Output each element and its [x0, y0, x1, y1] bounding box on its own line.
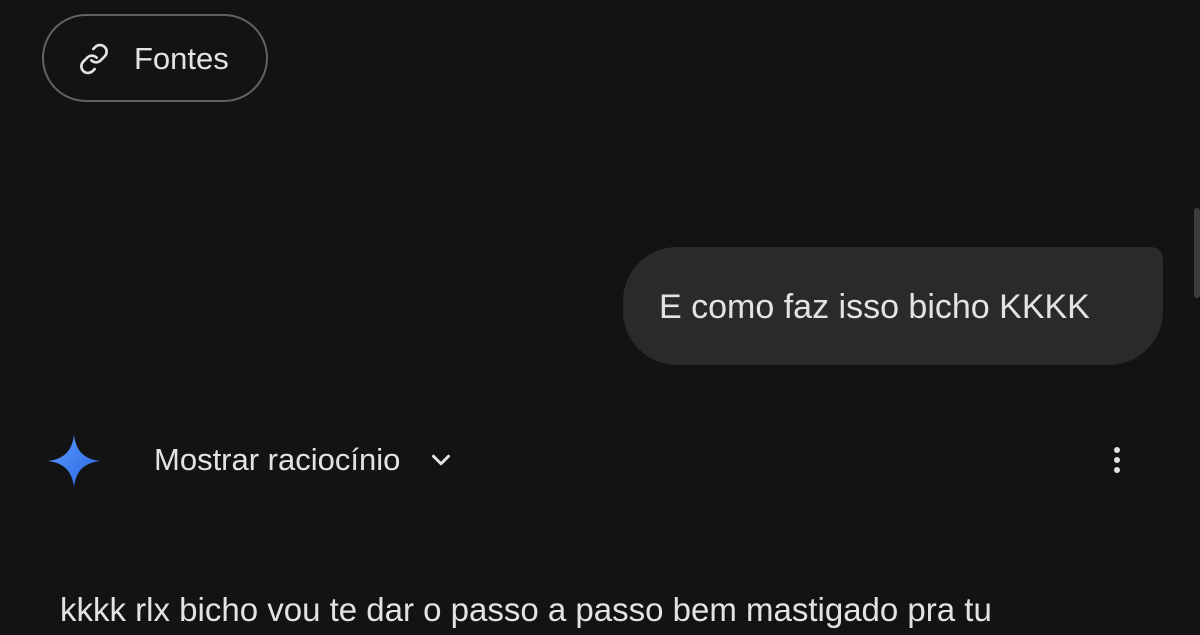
link-icon [78, 43, 110, 75]
show-reasoning-toggle[interactable]: Mostrar raciocínio [154, 440, 456, 480]
more-vert-icon [1113, 446, 1121, 479]
model-response-text: kkkk rlx bicho vou te dar o passo a pass… [60, 591, 992, 628]
sources-button-label: Fontes [134, 41, 229, 76]
user-message-bubble: E como faz isso bicho KKKK [623, 247, 1163, 365]
user-message-text: E como faz isso bicho KKKK [659, 288, 1090, 326]
scrollbar[interactable] [1194, 208, 1200, 298]
show-reasoning-label: Mostrar raciocínio [154, 442, 401, 477]
chevron-down-icon [426, 445, 456, 475]
gemini-sparkle-icon [46, 433, 102, 489]
more-options-button[interactable] [1100, 444, 1134, 480]
sources-button[interactable]: Fontes [42, 14, 268, 102]
